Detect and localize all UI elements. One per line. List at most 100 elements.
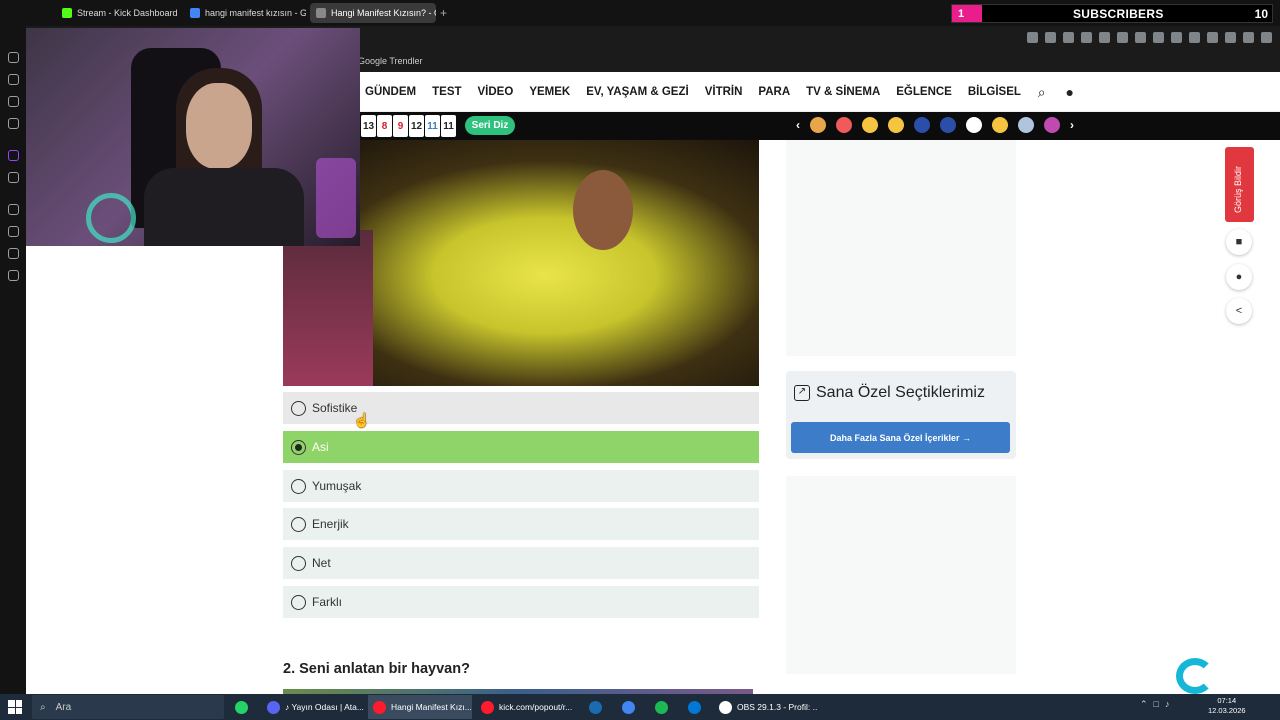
menu-icon[interactable] <box>1261 32 1272 43</box>
quiz-option[interactable]: Farklı <box>283 586 759 618</box>
taskbar-clock[interactable]: 07:14 12.03.2026 <box>1208 696 1246 716</box>
extension-icon[interactable] <box>1171 32 1182 43</box>
taskbar-spotify[interactable] <box>650 695 673 719</box>
volume-icon[interactable]: ♪ <box>1165 699 1170 710</box>
taskbar-app[interactable] <box>683 695 706 719</box>
puzzle-icon[interactable] <box>1189 32 1200 43</box>
download-icon[interactable] <box>1225 32 1236 43</box>
taskbar: ⌕ Ara ♪ Yayın Odası | Ata... Hangi Manif… <box>0 694 1280 720</box>
emoji-icon[interactable] <box>888 117 904 133</box>
emoji-icon[interactable] <box>862 117 878 133</box>
comments-icon[interactable]: ● <box>1226 264 1252 290</box>
ad-slot <box>786 140 1016 356</box>
taskbar-whatsapp[interactable] <box>230 695 253 719</box>
date-tile[interactable]: 12 <box>409 115 424 137</box>
nav-item-test[interactable]: TEST <box>432 86 461 98</box>
search-icon[interactable]: ⌕ <box>1038 84 1046 101</box>
date-tile[interactable]: 8 <box>377 115 392 137</box>
option-label: Asi <box>312 440 329 454</box>
bookmark-icon[interactable]: ■ <box>1226 229 1252 255</box>
quiz-option[interactable]: Yumuşak <box>283 470 759 502</box>
option-label: Farklı <box>312 595 342 609</box>
quiz-option-selected[interactable]: Asi <box>283 431 759 463</box>
emoji-icon[interactable] <box>836 117 852 133</box>
sidebar-player-icon[interactable] <box>8 204 19 215</box>
sidebar-news-icon[interactable] <box>8 96 19 107</box>
screenshot-icon[interactable] <box>1045 32 1056 43</box>
tab-quiz[interactable]: Hangi Manifest Kızısın? - O <box>310 3 436 23</box>
extension-icon[interactable] <box>1153 32 1164 43</box>
tab-kick-dashboard[interactable]: Stream - Kick Dashboard <box>56 3 180 23</box>
sidebar-bag-icon[interactable] <box>8 74 19 85</box>
nav-item-tv-sinema[interactable]: TV & SİNEMA <box>806 86 880 98</box>
date-tile[interactable]: 11 <box>441 115 456 137</box>
emoji-icon[interactable] <box>1018 117 1034 133</box>
nav-item-video[interactable]: VİDEO <box>478 86 514 98</box>
share-icon[interactable] <box>1207 32 1218 43</box>
sidebar-history-icon[interactable] <box>8 226 19 237</box>
emoji-icon[interactable] <box>940 117 956 133</box>
nav-item-vitrin[interactable]: VİTRİN <box>705 86 743 98</box>
shield-icon[interactable] <box>1063 32 1074 43</box>
chevron-left-icon[interactable]: ‹ <box>796 118 800 132</box>
sidebar-x-icon[interactable] <box>8 172 19 183</box>
emoji-icon[interactable] <box>966 117 982 133</box>
network-icon[interactable]: □ <box>1154 699 1159 710</box>
bookmark-google-trends[interactable]: Google Trendler <box>358 56 423 66</box>
nav-item-para[interactable]: PARA <box>758 86 790 98</box>
taskbar-search[interactable]: ⌕ Ara <box>32 695 224 719</box>
nav-item-eglence[interactable]: EĞLENCE <box>896 86 952 98</box>
chevron-right-icon[interactable]: › <box>1070 118 1074 132</box>
taskbar-steam[interactable] <box>584 695 607 719</box>
chevron-up-icon[interactable]: ⌃ <box>1140 699 1148 710</box>
emoji-icon[interactable] <box>810 117 826 133</box>
emoji-icon[interactable] <box>914 117 930 133</box>
ai-icon[interactable] <box>1243 32 1254 43</box>
date-tiles: 13 8 9 12 11 11 <box>361 115 456 137</box>
next-question-title: 2. Seni anlatan bir hayvan? <box>283 661 470 677</box>
taskbar-obs[interactable]: OBS 29.1.3 - Profil: ... <box>714 695 818 719</box>
taskbar-discord[interactable]: ♪ Yayın Odası | Ata... <box>262 695 364 719</box>
sidebar-m-icon[interactable] <box>8 118 19 129</box>
extension-icon[interactable] <box>1135 32 1146 43</box>
nav-item-bilgisel[interactable]: BİLGİSEL <box>968 86 1021 98</box>
pin-icon[interactable] <box>1027 32 1038 43</box>
nav-item-yemek[interactable]: YEMEK <box>529 86 570 98</box>
obs-icon <box>719 700 732 714</box>
emoji-icon[interactable] <box>992 117 1008 133</box>
heart-icon[interactable] <box>1099 32 1110 43</box>
radio-icon <box>291 478 306 494</box>
new-tab-button[interactable]: + <box>440 6 447 20</box>
clock-date: 12.03.2026 <box>1208 706 1246 715</box>
user-icon[interactable]: ● <box>1066 84 1074 101</box>
refresh-icon[interactable] <box>1117 32 1128 43</box>
external-link-icon: ↗ <box>794 385 810 401</box>
taskbar-chrome[interactable] <box>617 695 640 719</box>
more-content-button[interactable]: Daha Fazla Sana Özel İçerikler → <box>791 422 1010 453</box>
sidebar-settings-icon[interactable] <box>8 270 19 281</box>
seri-diz-button[interactable]: Seri Diz <box>465 116 515 135</box>
subscribers-badge: 1 <box>952 5 982 22</box>
nav-item-gundem[interactable]: GÜNDEM <box>365 86 416 98</box>
subscribers-count: 10 <box>1254 6 1268 21</box>
date-tile[interactable]: 11 <box>425 115 440 137</box>
sidebar-extension-icon[interactable] <box>8 248 19 259</box>
quiz-option[interactable]: Net <box>283 547 759 579</box>
date-tile[interactable]: 9 <box>393 115 408 137</box>
emoji-icon[interactable] <box>1044 117 1060 133</box>
feedback-button[interactable]: Görüş Bildir <box>1225 147 1254 222</box>
windows-start-icon[interactable] <box>8 700 22 714</box>
radio-icon <box>291 555 306 571</box>
sidebar-ai-icon[interactable] <box>8 52 19 63</box>
tab-google-search[interactable]: hangi manifest kızısın - Go <box>184 3 306 23</box>
play-icon[interactable] <box>1081 32 1092 43</box>
nav-item-ev-yasam-gezi[interactable]: EV, YAŞAM & GEZİ <box>586 86 688 98</box>
tab-label: Hangi Manifest Kızısın? - O <box>331 8 436 18</box>
taskbar-opera-kick[interactable]: kick.com/popout/r... <box>476 695 580 719</box>
share-icon[interactable]: < <box>1226 298 1252 324</box>
quiz-option[interactable]: Enerjik <box>283 508 759 540</box>
search-placeholder: Ara <box>55 701 72 713</box>
taskbar-opera-quiz[interactable]: Hangi Manifest Kızı... <box>368 695 472 719</box>
sidebar-twitch-icon[interactable] <box>8 150 19 161</box>
date-tile[interactable]: 13 <box>361 115 376 137</box>
